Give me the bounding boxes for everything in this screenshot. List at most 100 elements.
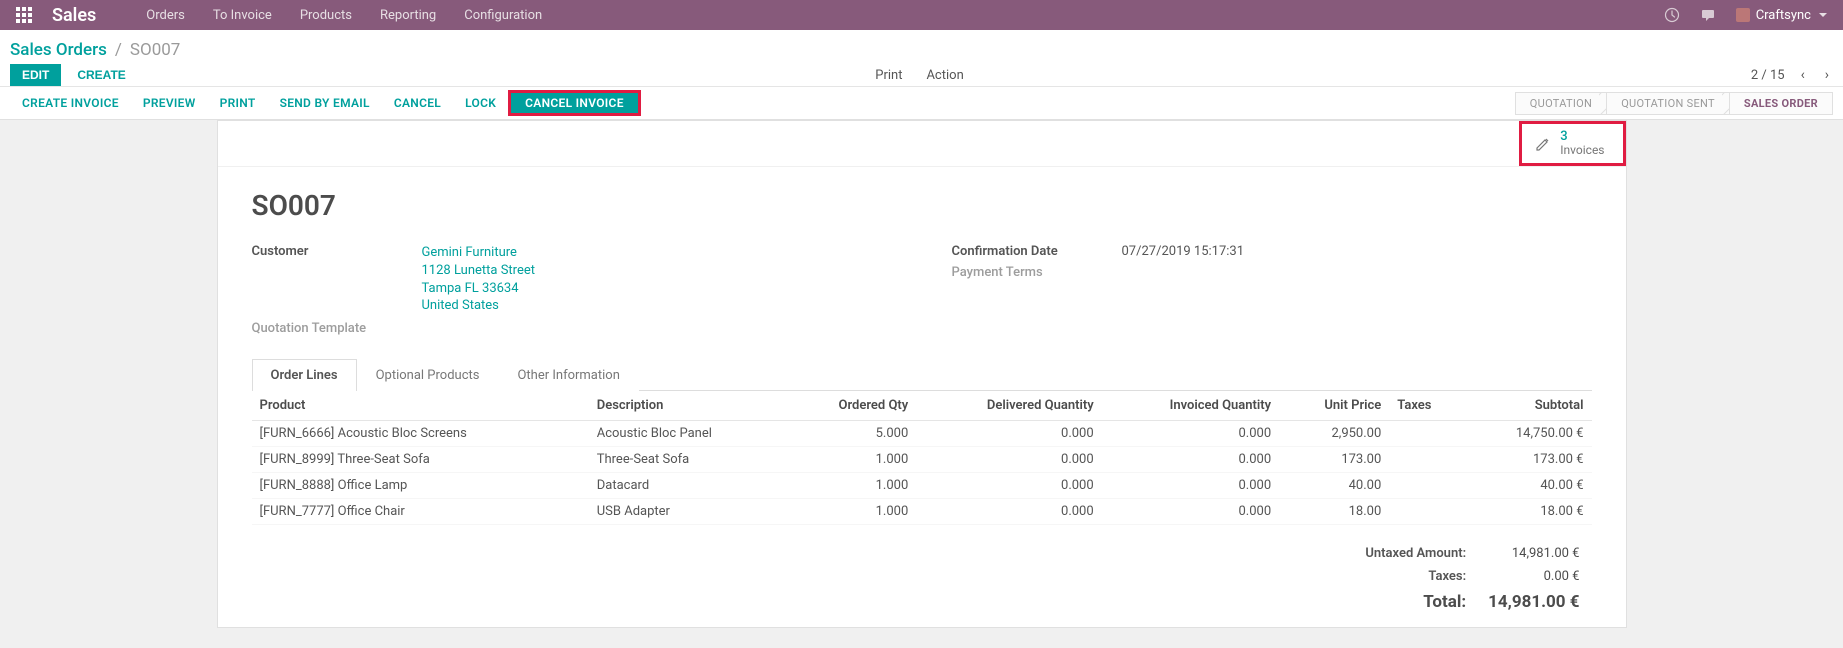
- cell-invoiced: 0.000: [1102, 446, 1279, 472]
- col-description[interactable]: Description: [589, 391, 787, 421]
- quotation-template-label: Quotation Template: [252, 321, 422, 336]
- cell-subtotal: 18.00 €: [1465, 498, 1591, 524]
- table-header-row: Product Description Ordered Qty Delivere…: [252, 391, 1592, 421]
- cell-ordered: 1.000: [787, 446, 916, 472]
- cell-taxes: [1389, 498, 1465, 524]
- action-label: Action: [926, 68, 963, 83]
- cell-product: [FURN_6666] Acoustic Bloc Screens: [252, 420, 589, 446]
- cell-delivered: 0.000: [916, 446, 1101, 472]
- cell-product: [FURN_8999] Three-Seat Sofa: [252, 446, 589, 472]
- cell-description: Three-Seat Sofa: [589, 446, 787, 472]
- pencil-note-icon: [1534, 135, 1552, 153]
- customer-addr-2[interactable]: Tampa FL 33634: [422, 280, 892, 298]
- cell-price: 2,950.00: [1279, 420, 1389, 446]
- messages-icon[interactable]: [1700, 7, 1716, 23]
- order-lines-table: Product Description Ordered Qty Delivere…: [252, 391, 1592, 525]
- menu-products[interactable]: Products: [300, 8, 352, 23]
- taxes-value: 0.00 €: [1478, 566, 1589, 587]
- confirmation-date-label: Confirmation Date: [952, 244, 1122, 259]
- edit-button[interactable]: EDIT: [10, 64, 61, 86]
- app-brand[interactable]: Sales: [52, 5, 96, 26]
- cell-description: USB Adapter: [589, 498, 787, 524]
- print-label: Print: [875, 68, 902, 83]
- cell-description: Acoustic Bloc Panel: [589, 420, 787, 446]
- menu-to-invoice[interactable]: To Invoice: [213, 8, 272, 23]
- menu-reporting[interactable]: Reporting: [380, 8, 436, 23]
- status-quotation-sent[interactable]: QUOTATION SENT: [1606, 92, 1729, 115]
- cancel-invoice-button[interactable]: CANCEL INVOICE: [508, 90, 641, 116]
- cell-taxes: [1389, 420, 1465, 446]
- cell-subtotal: 40.00 €: [1465, 472, 1591, 498]
- top-nav: Sales Orders To Invoice Products Reporti…: [0, 0, 1843, 30]
- menu-configuration[interactable]: Configuration: [464, 8, 542, 23]
- customer-addr-1[interactable]: 1128 Lunetta Street: [422, 262, 892, 280]
- menu-orders[interactable]: Orders: [146, 8, 185, 23]
- total-label: Total:: [1355, 589, 1476, 615]
- status-sales-order[interactable]: SALES ORDER: [1729, 92, 1833, 115]
- apps-icon[interactable]: [16, 7, 32, 23]
- customer-addr-3[interactable]: United States: [422, 297, 892, 315]
- breadcrumb-root[interactable]: Sales Orders: [10, 40, 107, 60]
- pager-value[interactable]: 2 / 15: [1751, 68, 1785, 83]
- col-invoiced-qty[interactable]: Invoiced Quantity: [1102, 391, 1279, 421]
- confirmation-date-value: 07/27/2019 15:17:31: [1122, 244, 1592, 259]
- cell-delivered: 0.000: [916, 498, 1101, 524]
- user-name: Craftsync: [1756, 8, 1811, 23]
- total-value: 14,981.00 €: [1478, 589, 1589, 615]
- col-subtotal[interactable]: Subtotal: [1465, 391, 1591, 421]
- cell-product: [FURN_8888] Office Lamp: [252, 472, 589, 498]
- tab-order-lines[interactable]: Order Lines: [252, 359, 357, 391]
- avatar: [1736, 8, 1750, 22]
- print-button[interactable]: PRINT: [208, 92, 268, 114]
- col-product[interactable]: Product: [252, 391, 589, 421]
- totals: Untaxed Amount:14,981.00 € Taxes:0.00 € …: [252, 541, 1592, 617]
- activity-icon[interactable]: [1664, 7, 1680, 23]
- invoices-count: 3: [1560, 130, 1604, 144]
- top-menu: Orders To Invoice Products Reporting Con…: [146, 8, 542, 23]
- invoices-label: Invoices: [1560, 144, 1604, 157]
- cell-product: [FURN_7777] Office Chair: [252, 498, 589, 524]
- lock-button[interactable]: LOCK: [453, 92, 508, 114]
- cell-invoiced: 0.000: [1102, 498, 1279, 524]
- col-taxes[interactable]: Taxes: [1389, 391, 1465, 421]
- col-delivered-qty[interactable]: Delivered Quantity: [916, 391, 1101, 421]
- table-row[interactable]: [FURN_8888] Office LampDatacard1.0000.00…: [252, 472, 1592, 498]
- pager-prev[interactable]: ‹: [1797, 67, 1809, 83]
- cancel-button[interactable]: CANCEL: [382, 92, 453, 114]
- cell-invoiced: 0.000: [1102, 472, 1279, 498]
- create-invoice-button[interactable]: CREATE INVOICE: [10, 92, 131, 114]
- col-unit-price[interactable]: Unit Price: [1279, 391, 1389, 421]
- cell-ordered: 5.000: [787, 420, 916, 446]
- create-button[interactable]: CREATE: [61, 64, 141, 86]
- table-row[interactable]: [FURN_7777] Office ChairUSB Adapter1.000…: [252, 498, 1592, 524]
- cell-delivered: 0.000: [916, 420, 1101, 446]
- cell-subtotal: 14,750.00 €: [1465, 420, 1591, 446]
- user-menu[interactable]: Craftsync: [1736, 8, 1827, 23]
- col-ordered-qty[interactable]: Ordered Qty: [787, 391, 916, 421]
- cell-invoiced: 0.000: [1102, 420, 1279, 446]
- payment-terms-label: Payment Terms: [952, 265, 1122, 280]
- invoices-stat-button[interactable]: 3 Invoices: [1519, 121, 1625, 166]
- table-row[interactable]: [FURN_8999] Three-Seat SofaThree-Seat So…: [252, 446, 1592, 472]
- cell-ordered: 1.000: [787, 472, 916, 498]
- action-dropdown[interactable]: Action: [926, 68, 967, 83]
- form-sheet: 3 Invoices SO007 Customer Gemini Furnitu…: [217, 120, 1627, 628]
- tab-other-information[interactable]: Other Information: [498, 359, 638, 391]
- table-row[interactable]: [FURN_6666] Acoustic Bloc ScreensAcousti…: [252, 420, 1592, 446]
- pager-next[interactable]: ›: [1821, 67, 1833, 83]
- cell-subtotal: 173.00 €: [1465, 446, 1591, 472]
- cell-delivered: 0.000: [916, 472, 1101, 498]
- breadcrumb: Sales Orders / SO007: [10, 34, 1833, 64]
- cell-taxes: [1389, 446, 1465, 472]
- status-quotation[interactable]: QUOTATION: [1515, 92, 1606, 115]
- send-email-button[interactable]: SEND BY EMAIL: [268, 92, 382, 114]
- customer-name[interactable]: Gemini Furniture: [422, 244, 892, 262]
- print-dropdown[interactable]: Print: [875, 68, 906, 83]
- tab-optional-products[interactable]: Optional Products: [357, 359, 499, 391]
- cell-ordered: 1.000: [787, 498, 916, 524]
- cell-price: 173.00: [1279, 446, 1389, 472]
- taxes-label: Taxes:: [1355, 566, 1476, 587]
- cell-price: 40.00: [1279, 472, 1389, 498]
- preview-button[interactable]: PREVIEW: [131, 92, 208, 114]
- control-panel: Sales Orders / SO007 EDIT CREATE Print A…: [0, 30, 1843, 87]
